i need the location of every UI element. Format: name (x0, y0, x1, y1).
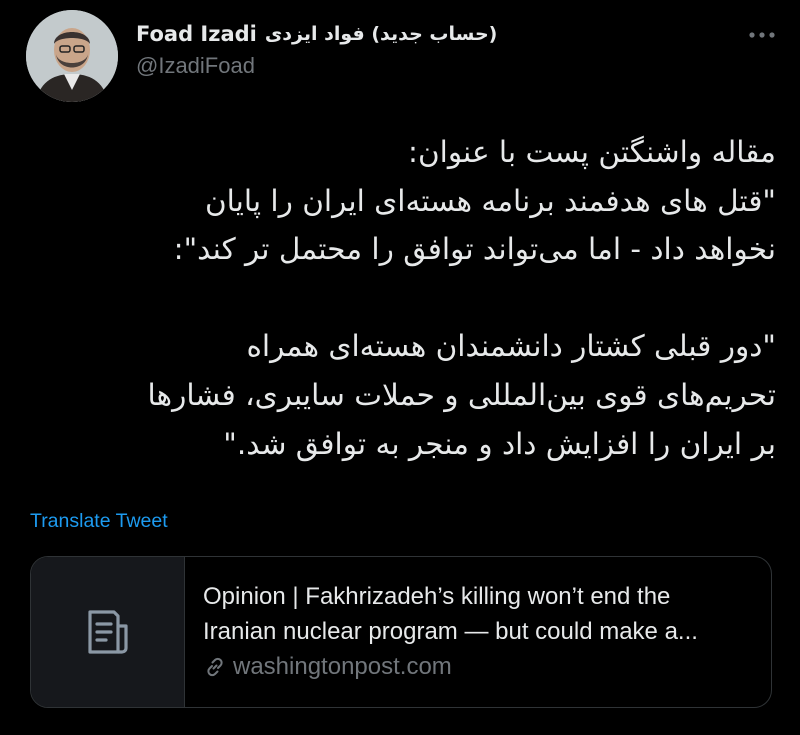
link-card-title-line: Iranian nuclear program — but could make… (203, 618, 698, 645)
link-card-domain: washingtonpost.com (233, 653, 452, 680)
tweet-text: مقاله واشنگتن پست با عنوان: "قتل های هدف… (24, 128, 776, 468)
tweet-text-line: بر ایران را افزایش داد و منجر به توافق ش… (223, 426, 776, 461)
name-row: Foad Izadi (حساب جدید) فواد ایزدی (136, 18, 696, 50)
tweet-text-line: مقاله واشنگتن پست با عنوان: (408, 135, 776, 169)
author-name-fa[interactable]: (حساب جدید) فواد ایزدی (265, 23, 498, 45)
tweet-text-line: نخواهد داد - اما می‌تواند توافق را محتمل… (173, 232, 776, 267)
link-icon (207, 657, 223, 677)
more-options-icon[interactable] (742, 20, 782, 50)
author-name[interactable]: Foad Izadi (136, 22, 257, 46)
tweet-text-line: تحریم‌های قوی بین‌المللی و حملات سایبری،… (147, 377, 776, 412)
link-card-domain-row: washingtonpost.com (203, 653, 759, 681)
tweet: Foad Izadi (حساب جدید) فواد ایزدی @Izadi… (0, 0, 800, 735)
avatar-photo (26, 10, 118, 102)
tweet-text-line: "قتل های هدفمند برنامه هسته‌ای ایران را … (204, 183, 776, 218)
link-card-info: Opinion | Fakhrizadeh’s killing won’t en… (203, 579, 759, 681)
link-card-title-line: Opinion | Fakhrizadeh’s killing won’t en… (203, 583, 671, 610)
author-block: Foad Izadi (حساب جدید) فواد ایزدی @Izadi… (136, 18, 696, 79)
author-handle[interactable]: @IzadiFoad (136, 53, 696, 79)
document-icon (87, 610, 128, 654)
link-card[interactable]: Opinion | Fakhrizadeh’s killing won’t en… (30, 556, 772, 708)
avatar[interactable] (26, 10, 118, 102)
link-card-thumbnail (31, 557, 185, 707)
tweet-text-line: "دور قبلی کشتار دانشمندان هسته‌ای همراه (246, 329, 776, 364)
translate-tweet-link[interactable]: Translate Tweet (30, 510, 168, 533)
